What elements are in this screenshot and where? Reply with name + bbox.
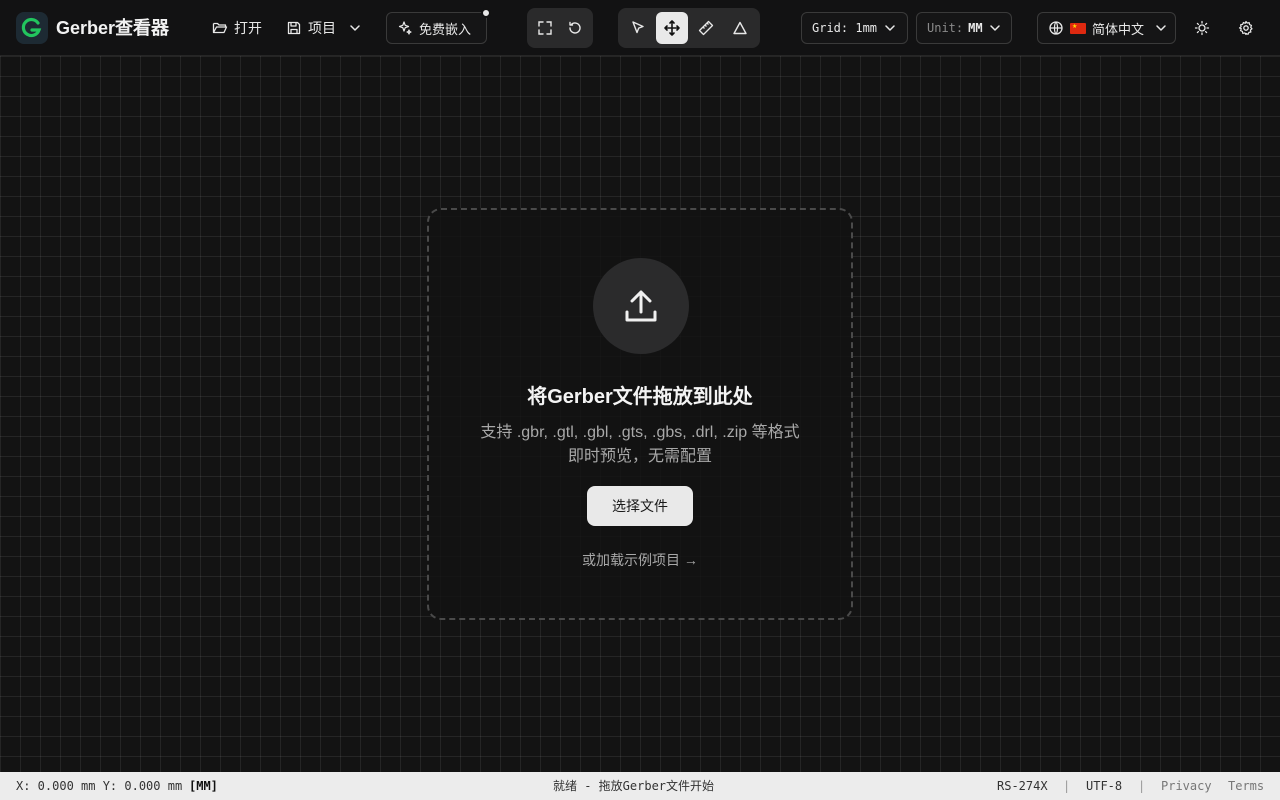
open-label: 打开 (234, 20, 262, 36)
unit-prefix: Unit: (927, 21, 964, 35)
upload-icon-circle (593, 258, 689, 354)
move-icon (664, 20, 680, 36)
fit-to-screen-button[interactable] (531, 12, 559, 44)
select-tool-button[interactable] (622, 12, 654, 44)
save-icon (287, 21, 301, 35)
view-tool-group (527, 8, 593, 48)
terms-link[interactable]: Terms (1228, 779, 1264, 793)
chevron-down-icon (350, 25, 360, 31)
load-example-link[interactable]: 或加载示例项目 → (429, 550, 851, 570)
reset-view-button[interactable] (561, 12, 589, 44)
language-select[interactable]: ★ 简体中文 (1037, 12, 1176, 44)
open-button[interactable]: 打开 (204, 12, 270, 44)
sparkles-icon (398, 21, 412, 35)
edit-tool-group (618, 8, 760, 48)
free-embed-label: 免费嵌入 (419, 21, 472, 37)
unit-select[interactable]: Unit: MM (916, 12, 1012, 44)
language-label: 简体中文 (1092, 21, 1145, 37)
status-separator: | (1138, 779, 1146, 793)
gerber-logo-icon (21, 17, 42, 38)
grid-size-select[interactable]: Grid: 1mm (801, 12, 908, 44)
status-message: 就绪 - 拖放Gerber文件开始 (553, 779, 715, 793)
china-flag-icon: ★ (1070, 22, 1086, 34)
app-title: Gerber查看器 (56, 18, 170, 38)
reset-icon (569, 21, 581, 34)
unit-value: MM (968, 21, 983, 35)
choose-file-button[interactable]: 选择文件 (587, 486, 693, 526)
status-separator: | (1063, 779, 1071, 793)
triangle-icon (733, 21, 747, 35)
chevron-down-icon (1156, 25, 1166, 31)
pointer-icon (632, 21, 644, 34)
encoding-indicator: UTF-8 (1086, 779, 1123, 793)
drop-zone-title: 将Gerber文件拖放到此处 (527, 386, 753, 408)
project-label: 项目 (308, 20, 336, 36)
sun-icon (1194, 20, 1210, 36)
folder-open-icon (212, 22, 228, 34)
privacy-link[interactable]: Privacy (1161, 779, 1212, 793)
shape-tool-button[interactable] (724, 12, 756, 44)
file-drop-zone[interactable]: 将Gerber文件拖放到此处 支持 .gbr, .gtl, .gbl, .gts… (427, 208, 853, 620)
settings-button[interactable] (1230, 12, 1262, 44)
free-embed-button[interactable]: 免费嵌入 (386, 12, 487, 44)
format-indicator: RS-274X (997, 779, 1048, 793)
supported-formats-text: 支持 .gbr, .gtl, .gbl, .gts, .gbs, .drl, .… (480, 424, 800, 441)
unit-indicator: [MM] (189, 779, 218, 793)
cursor-coordinates: X: 0.000 mm Y: 0.000 mm (16, 779, 183, 793)
theme-toggle-button[interactable] (1186, 12, 1218, 44)
fullscreen-icon (538, 21, 552, 35)
status-bar: X: 0.000 mm Y: 0.000 mm [MM] 就绪 - 拖放Gerb… (0, 772, 1280, 800)
instant-preview-text: 即时预览，无需配置 (567, 448, 712, 465)
upload-icon (625, 290, 657, 322)
chevron-down-icon (989, 25, 1000, 31)
chevron-down-icon (885, 25, 895, 31)
ruler-icon (698, 20, 714, 36)
settings-icon (1238, 20, 1253, 36)
app-logo (16, 12, 48, 44)
globe-icon (1049, 21, 1063, 35)
top-toolbar: Gerber查看器 打开 项目 免费嵌入 Grid: 1mm Unit: MM … (0, 0, 1280, 56)
grid-size-label: Grid: 1mm (812, 21, 878, 35)
project-menu-button[interactable]: 项目 (278, 12, 370, 44)
notification-dot (481, 8, 491, 18)
measure-tool-button[interactable] (690, 12, 722, 44)
pan-tool-button[interactable] (656, 12, 688, 44)
